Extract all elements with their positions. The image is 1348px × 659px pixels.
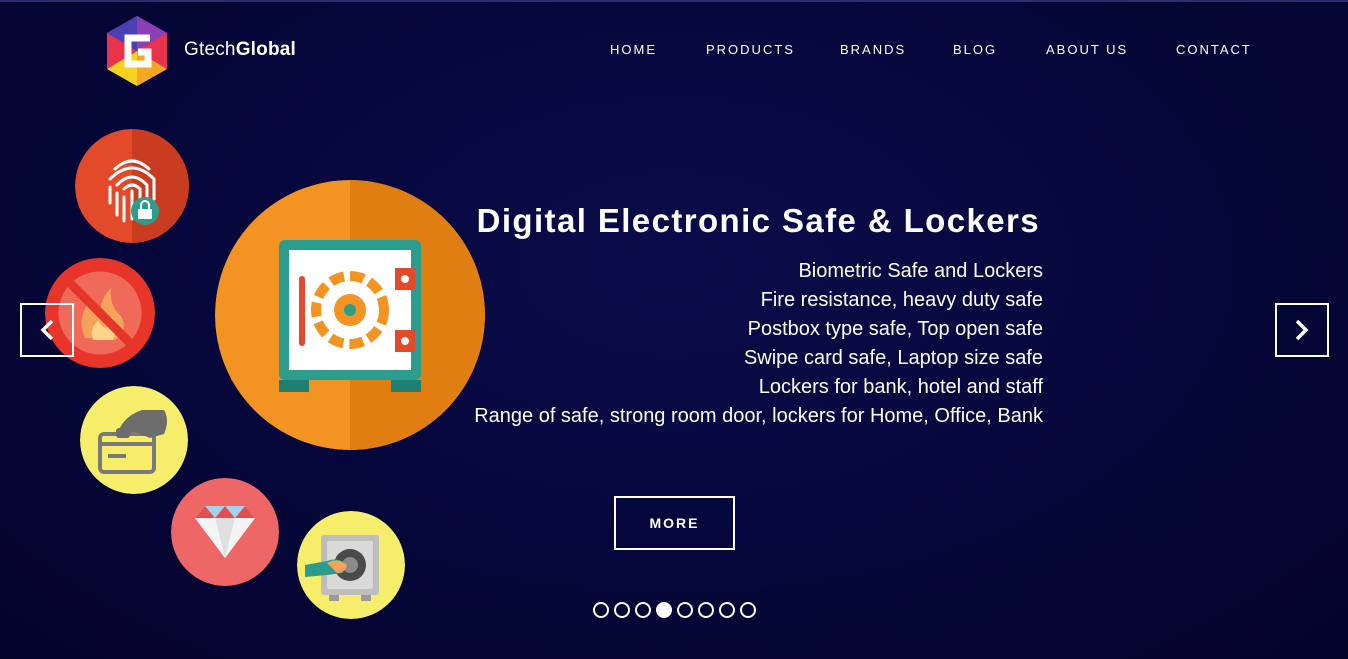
feature-item: Lockers for bank, hotel and staff	[758, 376, 1043, 398]
slide-dot-6[interactable]	[698, 602, 714, 618]
slider-pagination	[593, 602, 756, 620]
nav-brands[interactable]: BRANDS	[840, 42, 906, 57]
slide-dot-2[interactable]	[614, 602, 630, 618]
feature-item: Range of safe, strong room door, lockers…	[474, 405, 1043, 427]
slide-dot-3[interactable]	[635, 602, 651, 618]
feature-item: Postbox type safe, Top open safe	[747, 318, 1043, 340]
feature-list: Biometric Safe and Lockers Fire resistan…	[474, 257, 1043, 431]
fingerprint-lock-icon	[75, 129, 189, 243]
feature-item: Swipe card safe, Laptop size safe	[743, 347, 1043, 369]
top-border	[0, 0, 1348, 2]
slide-headline: Digital Electronic Safe & Lockers	[476, 202, 1040, 239]
safe-with-hand-icon	[297, 511, 405, 619]
nav-products[interactable]: PRODUCTS	[706, 42, 795, 57]
slide-dot-4[interactable]	[656, 602, 672, 618]
nav-blog[interactable]: BLOG	[953, 42, 997, 57]
slider-prev-button[interactable]	[20, 303, 74, 357]
safe-icon	[215, 180, 485, 450]
diamond-icon	[171, 478, 279, 586]
nav-about-us[interactable]: ABOUT US	[1046, 42, 1128, 57]
slide-dot-7[interactable]	[719, 602, 735, 618]
swipe-card-icon	[80, 386, 188, 494]
slide-dot-1[interactable]	[593, 602, 609, 618]
nav-home[interactable]: HOME	[610, 42, 657, 57]
slider-next-button[interactable]	[1275, 303, 1329, 357]
chevron-right-icon	[1295, 319, 1309, 341]
main-nav: HOME PRODUCTS BRANDS BLOG ABOUT US CONTA…	[0, 42, 1348, 62]
slide-dot-5[interactable]	[677, 602, 693, 618]
slide-dot-8[interactable]	[740, 602, 756, 618]
more-button[interactable]: MORE	[614, 496, 735, 550]
feature-item: Fire resistance, heavy duty safe	[760, 289, 1043, 311]
feature-item: Biometric Safe and Lockers	[798, 260, 1043, 282]
nav-contact[interactable]: CONTACT	[1176, 42, 1252, 57]
chevron-left-icon	[40, 319, 54, 341]
